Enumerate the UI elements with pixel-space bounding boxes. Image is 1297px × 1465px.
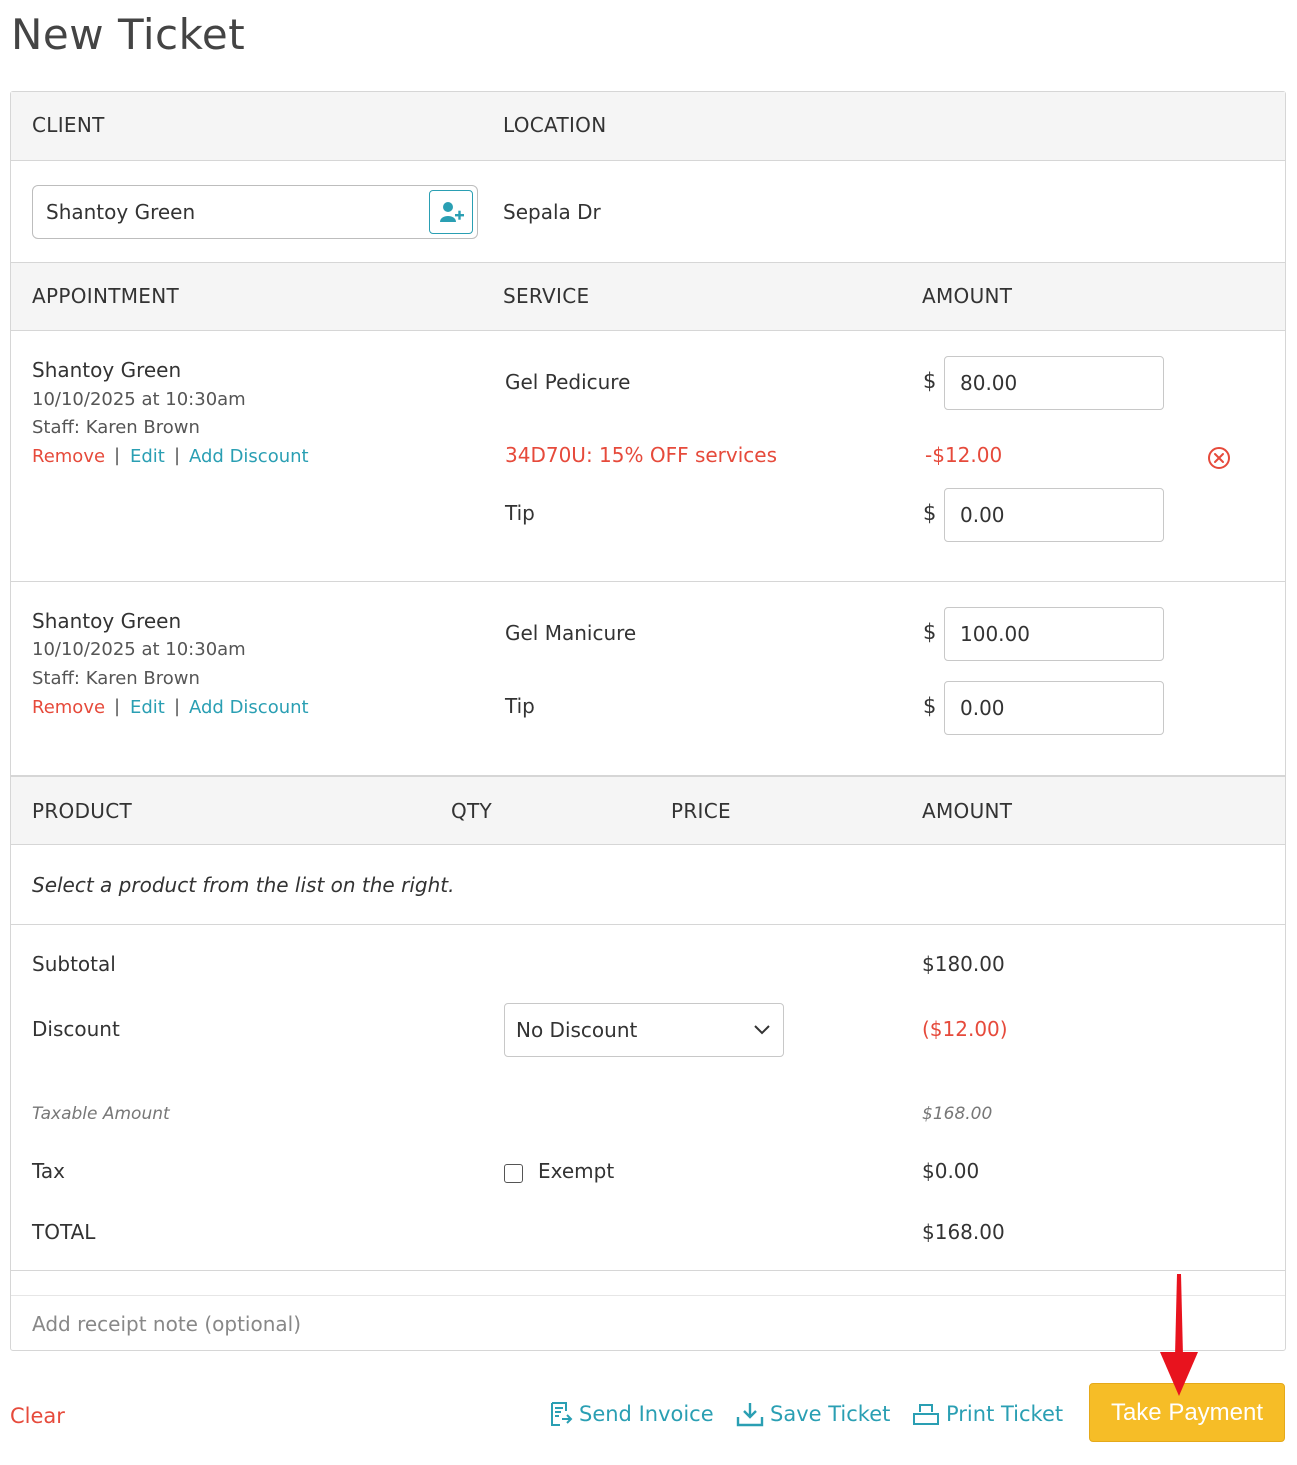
take-payment-label: Take Payment [1110, 1399, 1264, 1426]
receipt-note-placeholder: Add receipt note (optional) [32, 1312, 301, 1336]
print-ticket-label: Print Ticket [946, 1402, 1064, 1426]
location-value: Sepala Dr [503, 200, 601, 224]
service-column-header: SERVICE [503, 284, 590, 308]
tax-exempt-label: Exempt [538, 1159, 615, 1183]
appointment-header: APPOINTMENT SERVICE AMOUNT [11, 262, 1285, 331]
add-discount-link[interactable]: Add Discount [189, 446, 309, 467]
tax-exempt-checkbox[interactable] [504, 1164, 523, 1183]
taxable-amount-label: Taxable Amount [32, 1104, 170, 1124]
discount-select[interactable]: No Discount [504, 1003, 784, 1057]
send-invoice-label: Send Invoice [579, 1402, 714, 1426]
currency-symbol: $ [923, 620, 937, 644]
chevron-down-icon [754, 1025, 770, 1035]
price-column-header: PRICE [671, 799, 731, 823]
service-name: Gel Pedicure [505, 370, 631, 394]
amount-column-header: AMOUNT [922, 799, 1013, 823]
link-separator: | [174, 696, 181, 717]
qty-column-header: QTY [451, 799, 493, 823]
row-divider [11, 581, 1285, 582]
client-field[interactable]: Shantoy Green [32, 185, 478, 239]
currency-symbol: $ [923, 501, 937, 525]
tip-label: Tip [505, 501, 535, 525]
add-discount-link[interactable]: Add Discount [189, 697, 309, 718]
discount-label: Discount [32, 1017, 120, 1041]
remove-discount-icon[interactable] [1207, 446, 1231, 470]
appointment-datetime: 10/10/2025 at 10:30am [32, 389, 246, 410]
save-ticket-button[interactable]: Save Ticket [736, 1397, 890, 1431]
page-title: New Ticket [11, 10, 246, 59]
currency-symbol: $ [923, 694, 937, 718]
total-value: $168.00 [922, 1220, 1005, 1244]
discount-value: ($12.00) [922, 1017, 1008, 1041]
link-separator: | [114, 696, 121, 717]
tip-amount-input[interactable]: 0.00 [944, 681, 1164, 735]
receipt-note-input[interactable]: Add receipt note (optional) [11, 1295, 1285, 1351]
discount-label: 34D70U: 15% OFF services [505, 443, 778, 467]
subtotal-value: $180.00 [922, 952, 1005, 976]
section-divider [11, 1270, 1285, 1271]
remove-link[interactable]: Remove [32, 446, 105, 467]
discount-select-value: No Discount [516, 1018, 638, 1042]
link-separator: | [174, 445, 181, 466]
total-label: TOTAL [32, 1220, 96, 1244]
location-header: LOCATION [503, 113, 607, 137]
amount-column-header: AMOUNT [922, 284, 1013, 308]
subtotal-label: Subtotal [32, 952, 116, 976]
print-ticket-button[interactable]: Print Ticket [912, 1397, 1063, 1431]
link-separator: | [114, 445, 121, 466]
add-client-button[interactable] [429, 190, 473, 234]
appointment-client: Shantoy Green [32, 609, 182, 633]
tip-amount-value: 0.00 [960, 503, 1005, 527]
tax-label: Tax [32, 1159, 65, 1183]
currency-symbol: $ [923, 369, 937, 393]
appointment-column-header: APPOINTMENT [32, 284, 179, 308]
edit-link[interactable]: Edit [130, 697, 165, 718]
printer-icon [913, 1404, 939, 1425]
red-arrow-annotation [1160, 1274, 1198, 1396]
service-amount-input[interactable]: 80.00 [944, 356, 1164, 410]
tip-label: Tip [505, 694, 535, 718]
tip-amount-value: 0.00 [960, 696, 1005, 720]
appointment-client: Shantoy Green [32, 358, 182, 382]
appointment-staff: Staff: Karen Brown [32, 417, 200, 438]
appointment-staff: Staff: Karen Brown [32, 668, 200, 689]
service-amount-input[interactable]: 100.00 [944, 607, 1164, 661]
client-name: Shantoy Green [46, 200, 196, 224]
add-user-icon [440, 202, 464, 222]
download-icon [736, 1403, 764, 1427]
product-column-header: PRODUCT [32, 799, 133, 823]
taxable-amount-value: $168.00 [922, 1104, 993, 1124]
tip-amount-input[interactable]: 0.00 [944, 488, 1164, 542]
invoice-icon [551, 1402, 573, 1426]
ticket-panel: CLIENT LOCATION Shantoy Green Sepala Dr … [10, 91, 1286, 1351]
service-amount-value: 100.00 [960, 622, 1030, 646]
edit-link[interactable]: Edit [130, 446, 165, 467]
remove-link[interactable]: Remove [32, 697, 105, 718]
discount-amount: -$12.00 [925, 443, 1003, 467]
service-name: Gel Manicure [505, 621, 637, 645]
tax-value: $0.00 [922, 1159, 980, 1183]
client-location-header: CLIENT LOCATION [11, 92, 1285, 161]
send-invoice-button[interactable]: Send Invoice [549, 1397, 714, 1431]
appointment-datetime: 10/10/2025 at 10:30am [32, 639, 246, 660]
service-amount-value: 80.00 [960, 371, 1018, 395]
clear-button[interactable]: Clear [10, 1404, 65, 1428]
product-header: PRODUCT QTY PRICE AMOUNT [11, 775, 1285, 845]
client-header: CLIENT [32, 113, 105, 137]
section-divider [11, 924, 1285, 925]
save-ticket-label: Save Ticket [770, 1402, 891, 1426]
product-empty-message: Select a product from the list on the ri… [32, 873, 455, 897]
